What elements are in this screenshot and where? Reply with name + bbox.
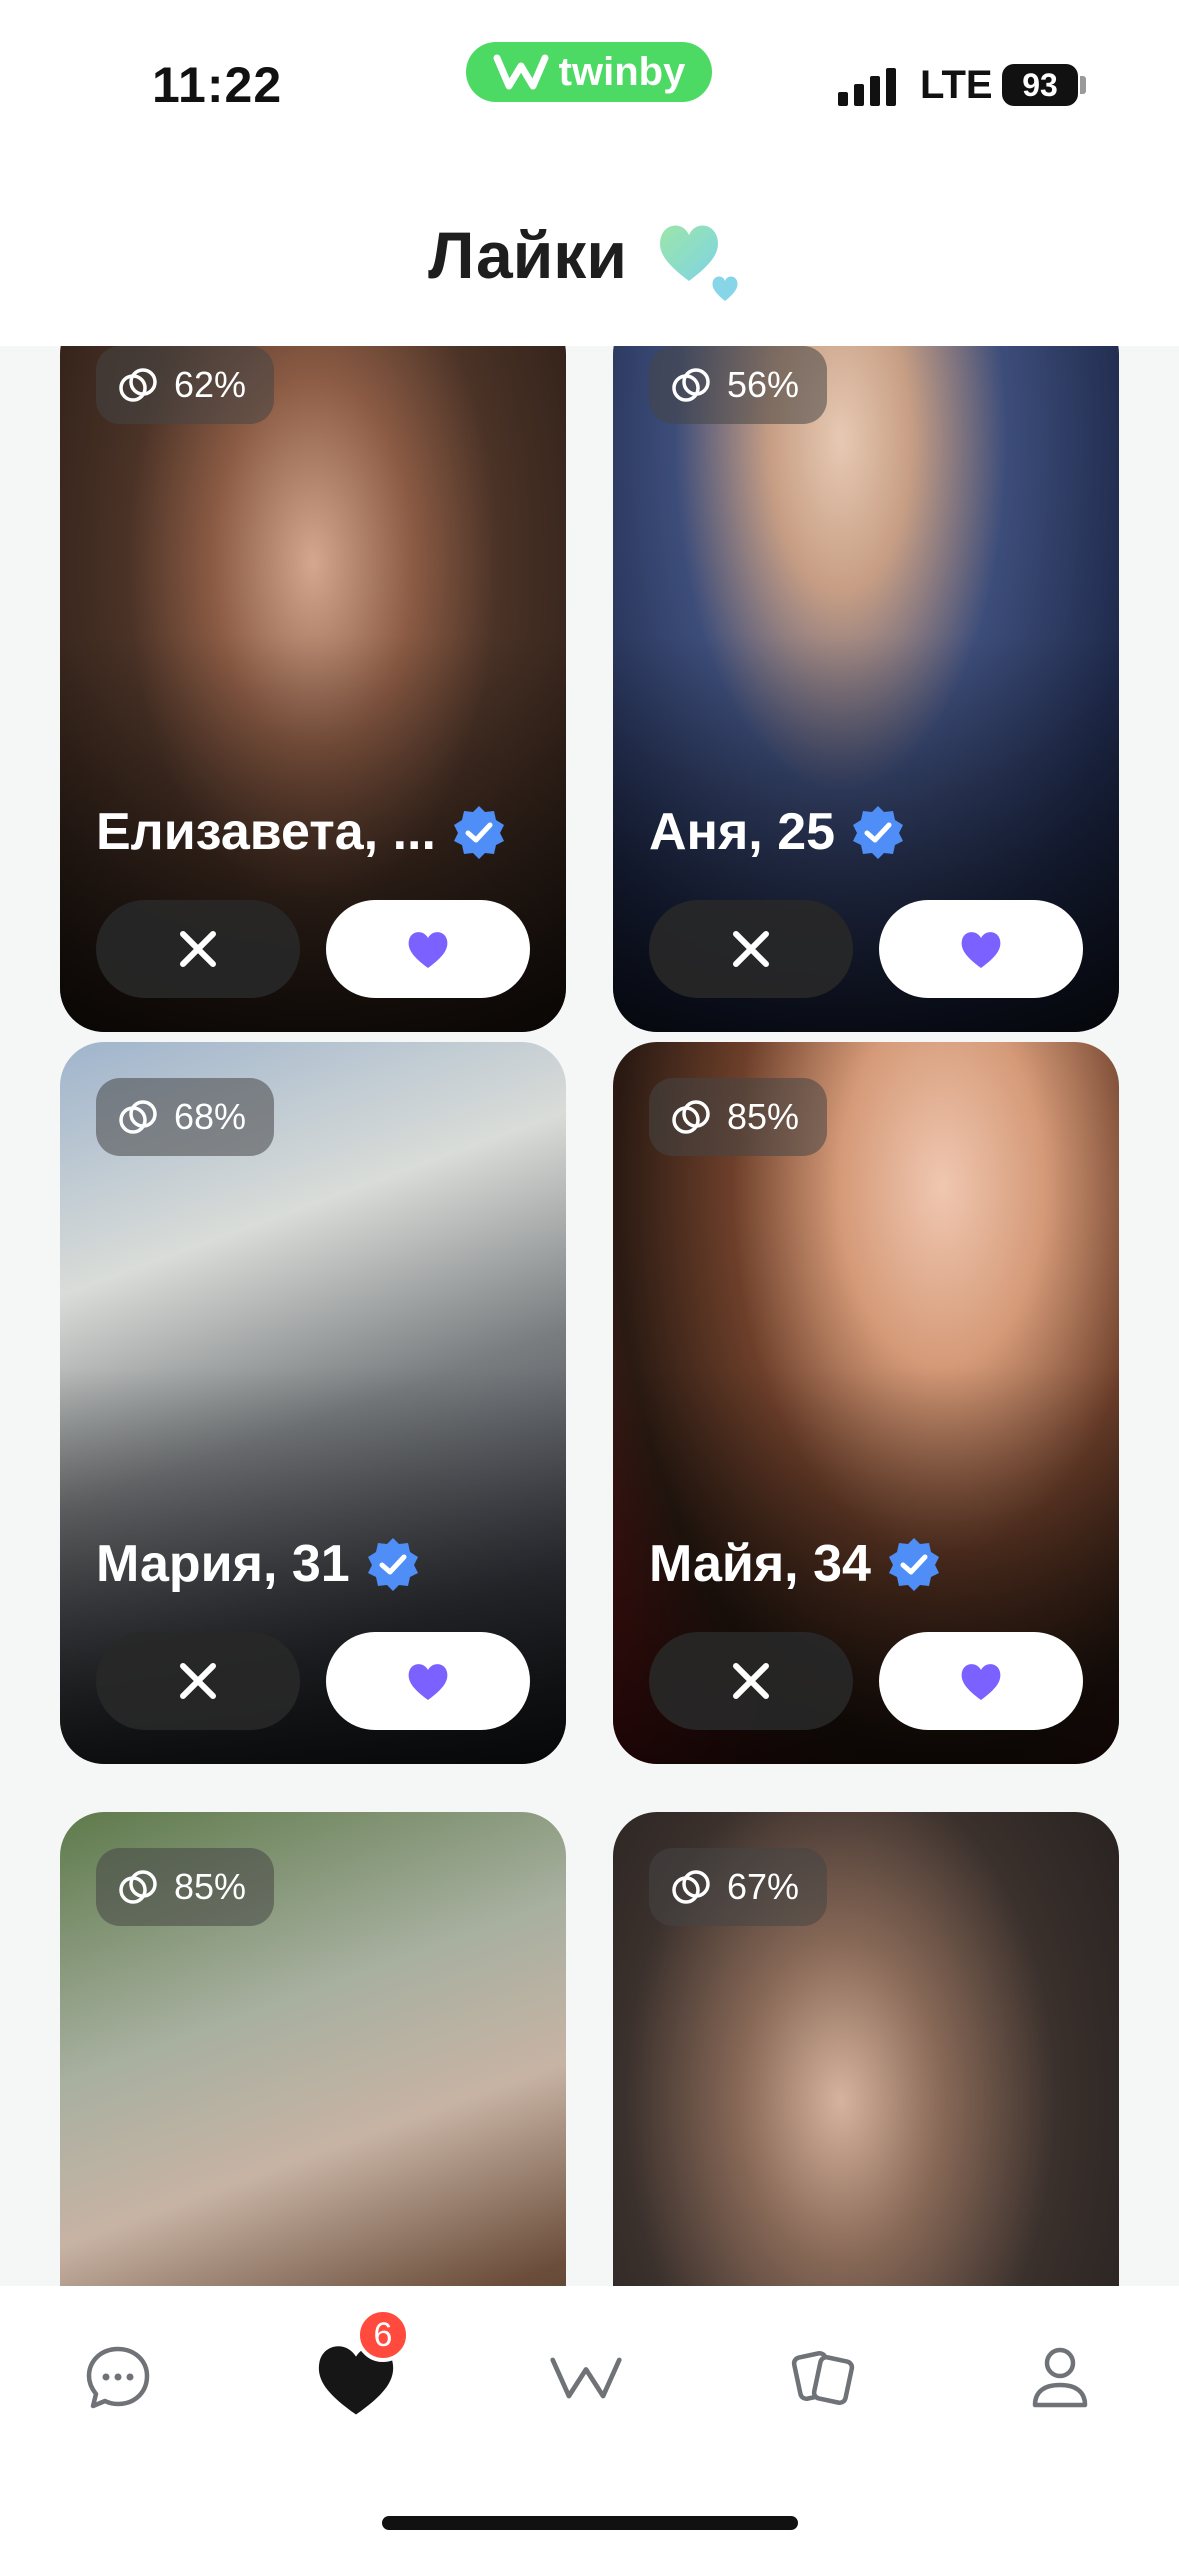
dismiss-button[interactable] (96, 900, 300, 998)
battery-level: 93 (1022, 66, 1058, 103)
like-button[interactable] (879, 1632, 1083, 1730)
rings-icon (672, 368, 710, 402)
match-badge: 67% (649, 1848, 828, 1926)
match-percent: 85% (174, 1866, 247, 1907)
likes-screen: 11:22 twinby LTE 93 Лайки 62% Елизавета,… (0, 0, 1179, 2556)
twinby-pill[interactable]: twinby (466, 42, 712, 102)
profile-name: Аня, 25 (649, 803, 836, 861)
nav-chats[interactable] (80, 2340, 156, 2416)
rings-icon (119, 368, 157, 402)
chat-icon (86, 2346, 150, 2409)
battery-tip (1080, 76, 1086, 94)
verified-icon (453, 806, 504, 859)
heart-icon (408, 1664, 448, 1700)
profile-card[interactable]: 62% Елизавета, ... (60, 346, 566, 1032)
verified-icon (888, 1538, 939, 1591)
rings-icon (119, 1870, 157, 1904)
home-indicator (382, 2516, 798, 2530)
page-title: Лайки (428, 218, 627, 292)
nav-discover[interactable] (548, 2340, 624, 2416)
like-button[interactable] (879, 900, 1083, 998)
match-percent: 85% (727, 1096, 800, 1137)
like-button[interactable] (326, 1632, 530, 1730)
dismiss-button[interactable] (649, 900, 853, 998)
close-icon (180, 931, 216, 967)
likes-grid: 62% Елизавета, ... 56% Аня, 25 68% Мария… (0, 346, 1179, 2286)
profile-card[interactable]: 85% (60, 1812, 566, 2286)
battery-icon: 93 (1002, 64, 1078, 106)
close-icon (733, 931, 769, 967)
name-row: Аня, 25 (649, 802, 907, 862)
match-percent: 68% (174, 1096, 247, 1137)
profile-card[interactable]: 56% Аня, 25 (613, 346, 1119, 1032)
close-icon (733, 1663, 769, 1699)
heart-icon (961, 932, 1001, 968)
profile-name: Майя, 34 (649, 1535, 871, 1593)
dismiss-button[interactable] (649, 1632, 853, 1730)
name-row: Мария, 31 (96, 1534, 422, 1594)
name-row: Елизавета, ... (96, 802, 508, 862)
profile-card[interactable]: 68% Мария, 31 (60, 1042, 566, 1764)
cards-icon (791, 2350, 855, 2406)
twinby-logo-icon (550, 2357, 622, 2399)
profile-icon (1032, 2347, 1088, 2408)
close-icon (180, 1663, 216, 1699)
verified-icon (367, 1538, 418, 1591)
signal-icon (838, 66, 896, 106)
profile-card[interactable]: 85% Майя, 34 (613, 1042, 1119, 1764)
match-percent: 67% (727, 1866, 800, 1907)
status-time: 11:22 (152, 57, 283, 113)
match-badge: 68% (96, 1078, 275, 1156)
network-type: LTE (920, 63, 993, 107)
page-title-row: Лайки (0, 205, 1179, 305)
hearts-icon (659, 225, 738, 301)
twinby-label: twinby (558, 49, 686, 94)
match-badge: 85% (649, 1078, 828, 1156)
match-percent: 56% (727, 364, 800, 405)
heart-icon (961, 1664, 1001, 1700)
nav-cards[interactable] (786, 2340, 862, 2416)
nav-profile[interactable] (1022, 2340, 1098, 2416)
heart-icon (408, 932, 448, 968)
dismiss-button[interactable] (96, 1632, 300, 1730)
rings-icon (672, 1870, 710, 1904)
match-badge: 56% (649, 346, 828, 424)
profile-name: Мария, 31 (96, 1535, 350, 1593)
verified-icon (853, 806, 904, 859)
rings-icon (672, 1100, 710, 1134)
profile-name: Елизавета, ... (96, 803, 436, 861)
match-badge: 62% (96, 346, 275, 424)
like-button[interactable] (326, 900, 530, 998)
match-percent: 62% (174, 364, 247, 405)
match-badge: 85% (96, 1848, 275, 1926)
name-row: Майя, 34 (649, 1534, 943, 1594)
top-header: 11:22 twinby LTE 93 Лайки (0, 0, 1179, 346)
profile-card[interactable]: 67% (613, 1812, 1119, 2286)
rings-icon (119, 1100, 157, 1134)
likes-badge: 6 (356, 2308, 410, 2362)
twinby-logo-icon (493, 54, 549, 90)
